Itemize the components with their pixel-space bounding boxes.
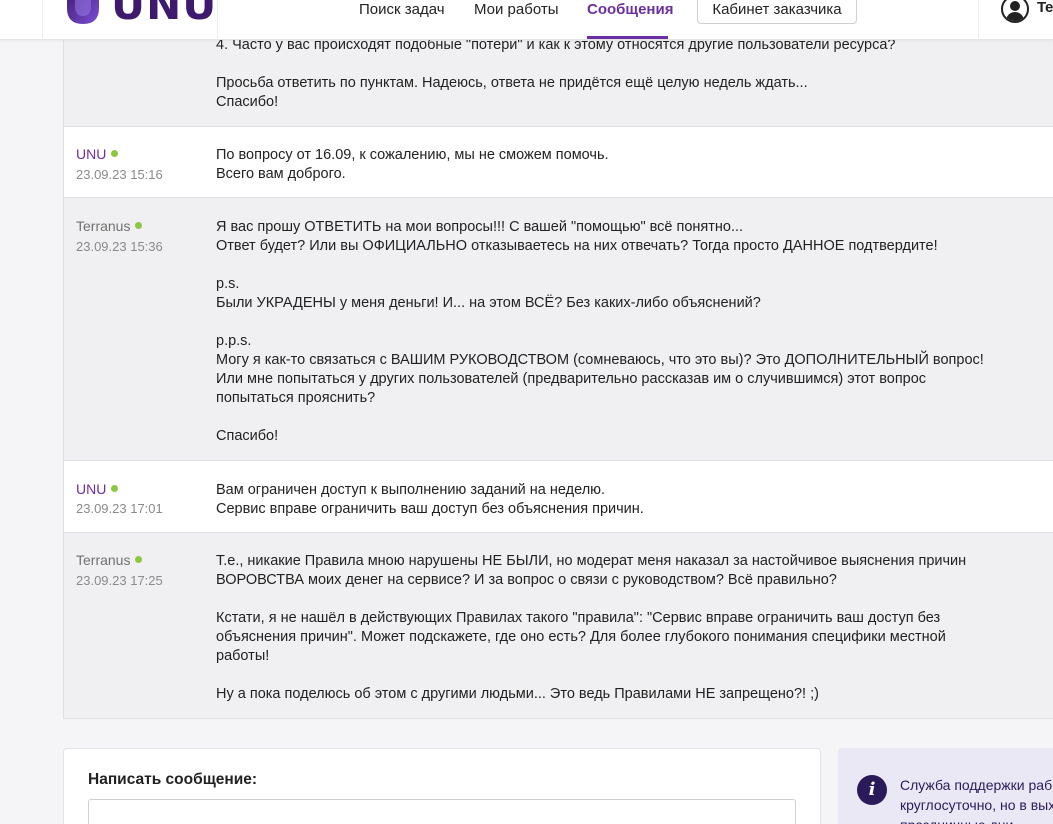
message-input[interactable] <box>88 799 796 824</box>
top-header: UNU Поиск задач Мои работы Сообщения Каб… <box>0 0 1053 40</box>
info-icon: i <box>857 775 887 805</box>
nav-works-label: Мои работы <box>474 1 559 18</box>
user-menu[interactable]: Te <box>978 0 1053 40</box>
support-info-box: i Служба поддержки раб круглосуточно, но… <box>838 748 1053 824</box>
author-name: Terranus <box>76 552 131 568</box>
author-name: Terranus <box>76 218 131 234</box>
author-name: UNU <box>76 481 107 497</box>
message-date: 23.09.23 17:01 <box>76 501 163 516</box>
message-date: 23.09.23 17:25 <box>76 573 163 588</box>
online-status-icon <box>111 485 119 492</box>
nav-search-label: Поиск задач <box>359 1 445 18</box>
message-item: Terranus 23.09.23 15:36 Я вас прошу ОТВЕ… <box>63 198 1053 461</box>
message-author[interactable]: UNU <box>76 481 119 497</box>
online-status-icon <box>135 222 143 229</box>
support-info-text: Служба поддержки раб круглосуточно, но в… <box>900 777 1053 824</box>
active-tab-indicator <box>587 36 668 39</box>
compose-title: Написать сообщение: <box>88 771 258 788</box>
message-author[interactable]: Terranus <box>76 552 143 568</box>
user-name: Te <box>1037 0 1053 16</box>
author-name: UNU <box>76 146 107 162</box>
message-item: UNU 23.09.23 15:16 По вопросу от 16.09, … <box>63 127 1053 198</box>
customer-cabinet-button[interactable]: Кабинет заказчика <box>697 0 857 24</box>
logo-text: UNU <box>111 0 218 29</box>
message-body: Т.е., никакие Правила мною нарушены НЕ Б… <box>216 553 967 702</box>
online-status-icon <box>111 150 119 157</box>
compose-panel: Написать сообщение: <box>63 748 821 824</box>
message-date: 23.09.23 15:16 <box>76 167 163 182</box>
message-body: Я вас прошу ОТВЕТИТЬ на мои вопросы!!! С… <box>216 219 984 444</box>
message-body: Вам ограничен доступ к выполнению задани… <box>216 482 644 517</box>
message-date: 23.09.23 15:36 <box>76 239 163 254</box>
message-body: 4. Часто у вас происходят подобные "поте… <box>216 37 896 110</box>
message-author[interactable]: UNU <box>76 146 119 162</box>
nav-messages-label: Сообщения <box>587 1 674 18</box>
message-item: UNU 23.09.23 17:01 Вам ограничен доступ … <box>63 461 1053 533</box>
user-avatar-icon <box>1001 0 1029 23</box>
logo[interactable]: UNU <box>42 0 218 40</box>
message-author[interactable]: Terranus <box>76 218 143 234</box>
message-item: Terranus 23.09.23 17:25 Т.е., никакие Пр… <box>63 533 1053 719</box>
online-status-icon <box>135 556 143 563</box>
message-body: По вопросу от 16.09, к сожалению, мы не … <box>216 147 609 182</box>
logo-mark-icon <box>67 0 99 24</box>
